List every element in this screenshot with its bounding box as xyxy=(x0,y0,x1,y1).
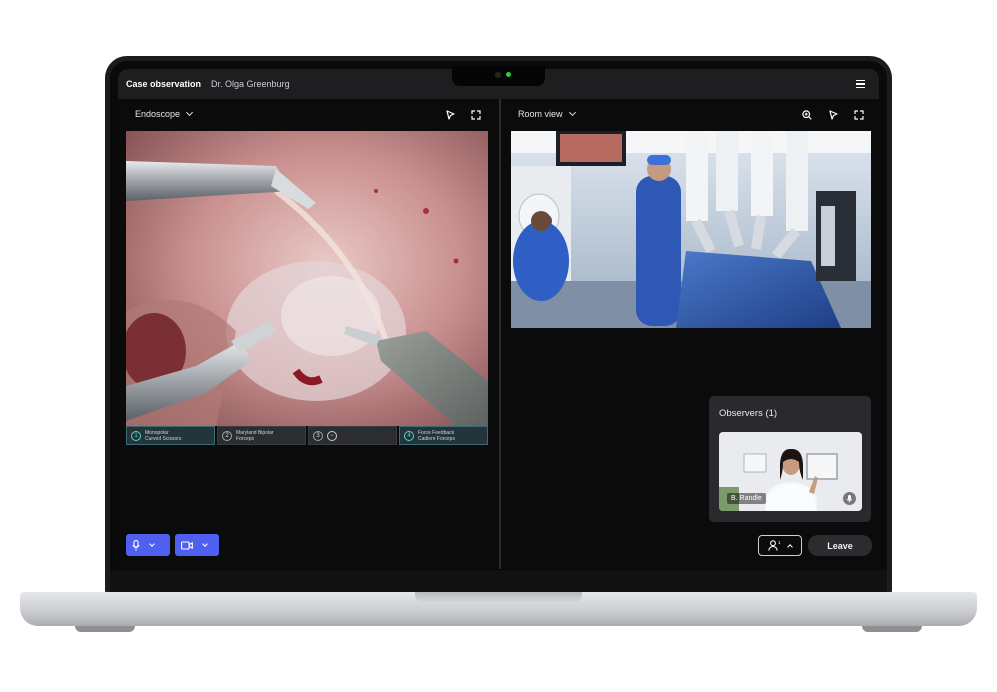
page-title: Case observation xyxy=(126,79,202,89)
hamburger-menu-icon[interactable] xyxy=(856,80,865,89)
source-label: Room view xyxy=(518,109,563,119)
pointer-icon[interactable] xyxy=(445,110,455,120)
slot-number: 3 xyxy=(313,430,323,441)
chevron-up-icon xyxy=(787,544,793,550)
instrument-name-line1: Force Feedback xyxy=(418,429,455,436)
observer-name: B. Randle xyxy=(727,493,766,504)
laptop-lip xyxy=(415,592,582,604)
observer-video-tile[interactable]: B. Randle xyxy=(719,432,862,511)
app-screen: Case observation Dr. Olga Greenburg Endo… xyxy=(118,69,879,569)
chevron-down-icon xyxy=(186,108,194,117)
slot-number: 4 xyxy=(404,430,414,441)
webcam-led-icon xyxy=(506,72,511,77)
instrument-name-line2: Forceps xyxy=(236,435,255,442)
endoscope-video xyxy=(126,131,488,426)
slot-number: 2 xyxy=(222,430,232,441)
instrument-strip: 1 Monopolar Curved Scissors 2 Maryland B… xyxy=(126,426,488,445)
room-view-source-select[interactable]: Room view xyxy=(518,108,576,119)
participants-button[interactable]: 1 xyxy=(758,535,802,556)
camera-button[interactable] xyxy=(175,534,219,556)
instrument-name-line2: Curved Scissors xyxy=(145,435,182,442)
chevron-down-icon xyxy=(202,540,208,547)
laptop-chin xyxy=(110,570,887,592)
laptop-foot xyxy=(862,626,922,632)
endoscope-instrument-icon: − xyxy=(327,430,337,441)
chevron-down-icon xyxy=(149,540,155,547)
instrument-slot-1[interactable]: 1 Monopolar Curved Scissors xyxy=(126,426,215,445)
instrument-slot-4[interactable]: 4 Force Feedback Cadiere Forceps xyxy=(399,426,488,445)
instrument-name-line2: Cadiere Forceps xyxy=(418,435,455,442)
chevron-down-icon xyxy=(568,108,576,117)
microphone-button[interactable] xyxy=(126,534,170,556)
endoscope-panel: Endoscope 1 Monopolar Curved Scissors 2 … xyxy=(118,99,499,569)
expand-icon[interactable] xyxy=(854,110,864,120)
endoscope-source-select[interactable]: Endoscope xyxy=(135,108,194,119)
pointer-icon[interactable] xyxy=(828,110,838,120)
room-view-video xyxy=(511,131,871,328)
camera-icon xyxy=(181,540,193,550)
zoom-in-icon[interactable] xyxy=(802,110,812,120)
microphone-icon xyxy=(132,539,140,550)
webcam-icon xyxy=(495,72,501,78)
participants-count: 1 xyxy=(778,540,781,545)
observers-panel: Observers (1) B. Randle xyxy=(709,396,871,522)
laptop-foot xyxy=(75,626,135,632)
expand-icon[interactable] xyxy=(471,110,481,120)
slot-number: 1 xyxy=(131,430,141,441)
instrument-slot-2[interactable]: 2 Maryland Bipolar Forceps xyxy=(217,426,306,445)
source-label: Endoscope xyxy=(135,109,181,119)
instrument-slot-3[interactable]: 3 − xyxy=(308,426,397,445)
microphone-icon xyxy=(843,492,856,505)
instrument-name-line1: Maryland Bipolar xyxy=(236,429,274,436)
person-icon: 1 xyxy=(768,540,781,551)
observers-title: Observers (1) xyxy=(719,408,778,419)
surgeon-name: Dr. Olga Greenburg xyxy=(211,79,290,89)
leave-button[interactable]: Leave xyxy=(808,535,872,556)
